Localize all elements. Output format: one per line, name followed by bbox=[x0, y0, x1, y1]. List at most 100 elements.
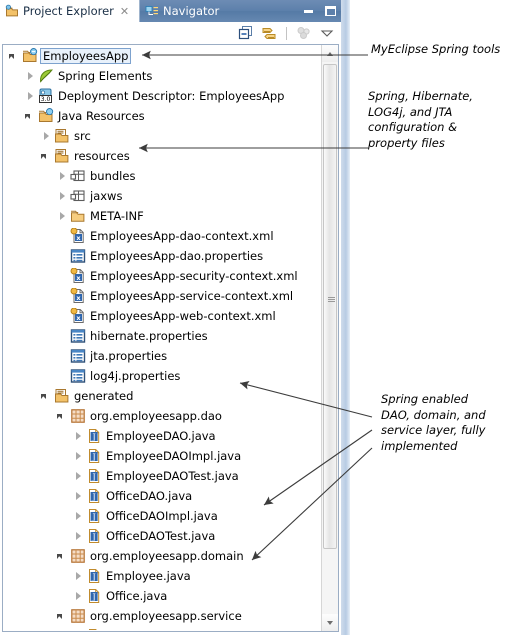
tree-row[interactable]: J Employee.java bbox=[3, 566, 320, 586]
collapse-twisty-icon[interactable] bbox=[9, 51, 20, 62]
project-tree[interactable]: EmployeesApp Spring Elements 3.0 Deployment… bbox=[3, 46, 320, 630]
tree-row[interactable]: generated bbox=[3, 386, 320, 406]
tree-row-label: OfficeDAO.java bbox=[106, 489, 193, 503]
tree-row-label: org.employeesapp.domain bbox=[90, 549, 244, 563]
project-explorer-icon bbox=[5, 4, 19, 18]
expand-twisty-icon[interactable] bbox=[73, 511, 84, 522]
project-icon bbox=[22, 48, 38, 64]
expand-twisty-icon[interactable] bbox=[57, 211, 68, 222]
web-resource-icon bbox=[70, 188, 86, 204]
collapse-twisty-icon[interactable] bbox=[57, 551, 68, 562]
close-icon[interactable]: ✕ bbox=[120, 6, 129, 17]
expand-twisty-icon[interactable] bbox=[73, 471, 84, 482]
annotation-spring-enabled-layers: Spring enabled DAO, domain, and service … bbox=[381, 392, 486, 453]
tree-row[interactable]: org.employeesapp.domain bbox=[3, 546, 320, 566]
tree-row-label: resources bbox=[74, 149, 130, 163]
tree-row-label: Office.java bbox=[106, 589, 168, 603]
chevron-down-icon[interactable] bbox=[319, 25, 335, 41]
tree-row[interactable]: resources bbox=[3, 146, 320, 166]
collapse-twisty-icon[interactable] bbox=[41, 391, 52, 402]
tree-row[interactable]: Java Resources bbox=[3, 106, 320, 126]
tree-row-label: EmployeeDAOTest.java bbox=[106, 469, 239, 483]
tree-row[interactable]: 3.0 Deployment Descriptor: EmployeesApp bbox=[3, 86, 320, 106]
annotation-config-property-files: Spring, Hibernate, LOG4j, and JTA config… bbox=[368, 89, 473, 150]
package-icon bbox=[70, 408, 86, 424]
vertical-scrollbar[interactable] bbox=[321, 45, 338, 631]
tree-row[interactable]: jta.properties bbox=[3, 346, 320, 366]
package-icon bbox=[70, 608, 86, 624]
collapse-twisty-icon[interactable] bbox=[57, 611, 68, 622]
tree-row[interactable]: J EmployeeDAOImpl.java bbox=[3, 446, 320, 466]
collapse-twisty-icon[interactable] bbox=[41, 151, 52, 162]
expand-twisty-icon[interactable] bbox=[73, 451, 84, 462]
spring-xml-icon: x bbox=[70, 307, 86, 324]
tree-row-label: log4j.properties bbox=[90, 369, 181, 383]
scrollbar-thumb[interactable] bbox=[323, 64, 337, 549]
svg-text:3.0: 3.0 bbox=[41, 96, 51, 103]
expand-twisty-icon[interactable] bbox=[57, 171, 68, 182]
tree-row[interactable]: x EmployeesApp-dao-context.xml bbox=[3, 226, 320, 246]
tree-row-label: generated bbox=[74, 389, 134, 403]
tree-row-label: META-INF bbox=[90, 209, 144, 223]
tree-row-label: org.employeesapp.dao bbox=[90, 409, 222, 423]
tree-row[interactable]: org.employeesapp.dao bbox=[3, 406, 320, 426]
tree-row[interactable]: J EmployeeDAO.java bbox=[3, 426, 320, 446]
expand-twisty-icon[interactable] bbox=[41, 131, 52, 142]
maximize-button[interactable] bbox=[324, 5, 337, 18]
java-file-icon: J bbox=[86, 468, 102, 484]
minimize-button[interactable] bbox=[302, 5, 315, 18]
collapse-twisty-icon[interactable] bbox=[25, 111, 36, 122]
scroll-down-button[interactable] bbox=[322, 614, 338, 631]
tree-row[interactable]: x EmployeesApp-web-context.xml bbox=[3, 306, 320, 326]
tree-row[interactable]: src bbox=[3, 126, 320, 146]
svg-text:J: J bbox=[91, 453, 95, 462]
expand-twisty-icon[interactable] bbox=[57, 191, 68, 202]
tab-navigator[interactable]: Navigator bbox=[140, 0, 275, 22]
expand-twisty-icon[interactable] bbox=[73, 591, 84, 602]
tree-row[interactable]: hibernate.properties bbox=[3, 326, 320, 346]
tree-row[interactable]: bundles bbox=[3, 166, 320, 186]
tree-row[interactable]: J OfficeDAOTest.java bbox=[3, 526, 320, 546]
tree-row[interactable]: JEmployeeService.java bbox=[3, 626, 320, 630]
twisty-placeholder bbox=[57, 271, 68, 282]
expand-twisty-icon[interactable] bbox=[25, 71, 36, 82]
java-file-icon: J bbox=[86, 568, 102, 584]
tree-row[interactable]: x EmployeesApp-service-context.xml bbox=[3, 286, 320, 306]
scroll-up-button[interactable] bbox=[322, 45, 338, 62]
tree-panel: EmployeesApp Spring Elements 3.0 Deployment… bbox=[2, 44, 339, 632]
tree-row[interactable]: x EmployeesApp-security-context.xml bbox=[3, 266, 320, 286]
java-file-icon: J bbox=[86, 428, 102, 444]
properties-file-icon bbox=[70, 348, 86, 364]
expand-twisty-icon[interactable] bbox=[73, 431, 84, 442]
twisty-placeholder bbox=[57, 371, 68, 382]
collapse-all-icon[interactable] bbox=[238, 25, 254, 41]
tree-row[interactable]: EmployeesApp-dao.properties bbox=[3, 246, 320, 266]
expand-twisty-icon[interactable] bbox=[73, 571, 84, 582]
tree-row-label: jta.properties bbox=[90, 349, 168, 363]
tree-row[interactable]: jaxws bbox=[3, 186, 320, 206]
expand-twisty-icon[interactable] bbox=[73, 531, 84, 542]
collapse-twisty-icon[interactable] bbox=[57, 411, 68, 422]
twisty-placeholder bbox=[57, 351, 68, 362]
source-folder-icon bbox=[54, 148, 70, 164]
expand-twisty-icon[interactable] bbox=[25, 91, 36, 102]
tree-row[interactable]: EmployeesApp bbox=[3, 46, 320, 66]
tree-row-label: jaxws bbox=[90, 189, 123, 203]
tree-row-label: OfficeDAOImpl.java bbox=[106, 509, 218, 523]
tree-row[interactable]: J EmployeeDAOTest.java bbox=[3, 466, 320, 486]
tree-row[interactable]: Spring Elements bbox=[3, 66, 320, 86]
tab-project-explorer[interactable]: Project Explorer ✕ bbox=[0, 0, 140, 22]
tree-row[interactable]: J Office.java bbox=[3, 586, 320, 606]
expand-twisty-icon[interactable] bbox=[73, 491, 84, 502]
link-with-editor-icon[interactable] bbox=[261, 25, 277, 41]
tree-row[interactable]: org.employeesapp.service bbox=[3, 606, 320, 626]
tree-row[interactable]: J OfficeDAO.java bbox=[3, 486, 320, 506]
svg-text:J: J bbox=[91, 473, 95, 482]
tree-row[interactable]: META-INF bbox=[3, 206, 320, 226]
source-folder-icon bbox=[54, 388, 70, 404]
tree-row[interactable]: J OfficeDAOImpl.java bbox=[3, 506, 320, 526]
java-file-icon: J bbox=[86, 588, 102, 604]
tree-row-label: EmployeesApp-web-context.xml bbox=[90, 309, 276, 323]
tree-row[interactable]: log4j.properties bbox=[3, 366, 320, 386]
project-explorer-view: Project Explorer ✕ Navigator EmployeesAp… bbox=[0, 0, 341, 635]
